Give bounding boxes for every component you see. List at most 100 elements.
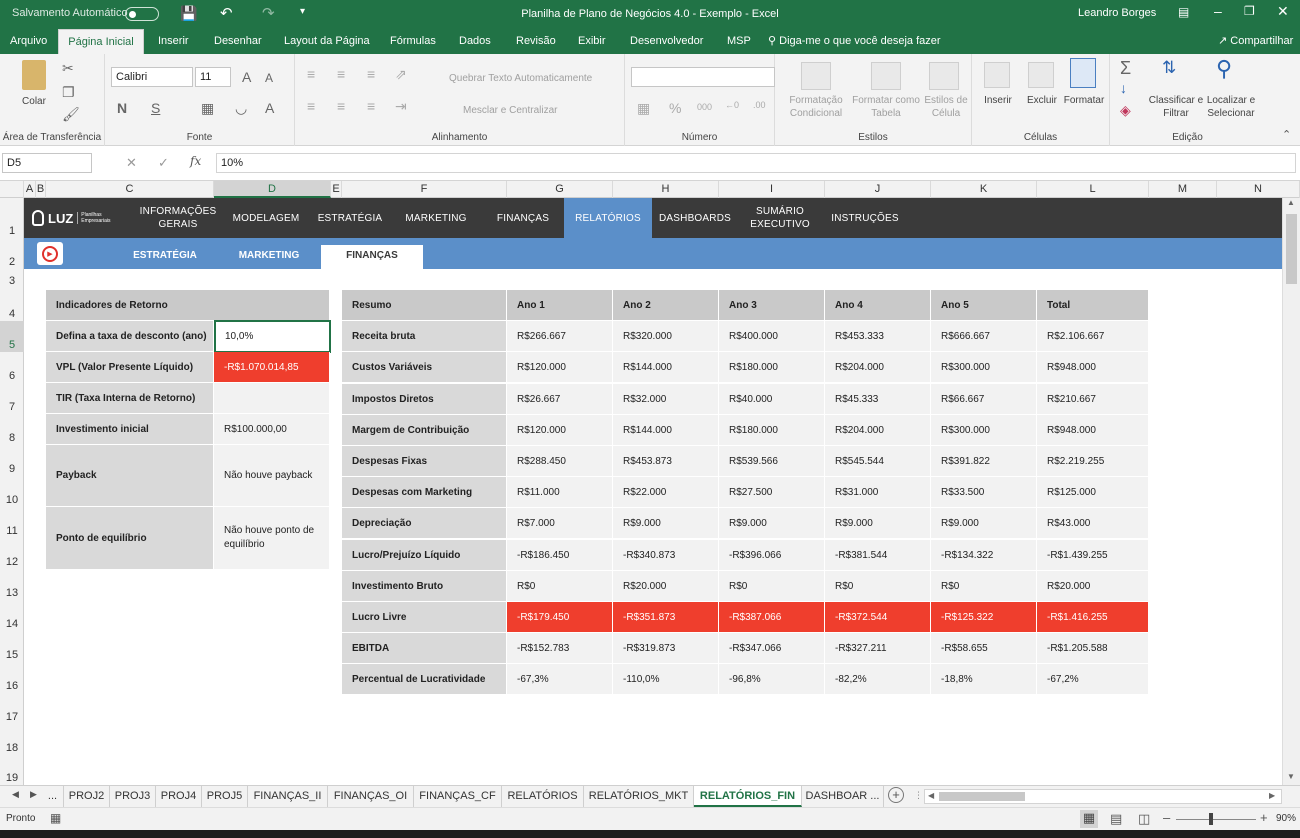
fill-icon[interactable]: ↓	[1120, 80, 1127, 96]
scroll-thumb[interactable]	[1286, 214, 1297, 284]
format-as-table-button[interactable]: Formatar como Tabela	[849, 94, 923, 120]
sheet-tab[interactable]: RELATÓRIOS	[502, 786, 584, 807]
share-button[interactable]: ↗ Compartilhar	[1216, 29, 1295, 54]
summary-cell[interactable]: -R$340.873	[613, 540, 719, 571]
tell-me-search[interactable]: ⚲ Diga-me o que você deseja fazer	[766, 29, 943, 54]
scroll-down-icon[interactable]: ▼	[1287, 772, 1295, 781]
align-left-icon[interactable]: ≡	[307, 98, 315, 114]
column-header[interactable]: J	[825, 181, 931, 198]
row-header[interactable]: 6	[0, 352, 24, 383]
find-select-button[interactable]: Localizar e Selecionar	[1204, 94, 1258, 120]
summary-cell[interactable]: R$453.333	[825, 321, 931, 352]
summary-cell[interactable]: R$43.000	[1037, 508, 1149, 539]
summary-cell[interactable]: R$204.000	[825, 352, 931, 383]
sheet-tab[interactable]: FINANÇAS_CF	[414, 786, 502, 807]
format-painter-icon[interactable]: 🖌	[62, 106, 80, 123]
nav-marketing[interactable]: MARKETING	[390, 198, 482, 238]
paste-icon[interactable]	[22, 60, 46, 90]
summary-cell[interactable]: R$180.000	[719, 415, 825, 446]
sheet-tab[interactable]: PROJ4	[156, 786, 202, 807]
row-header[interactable]: 12	[0, 538, 24, 569]
summary-cell[interactable]: R$300.000	[931, 352, 1037, 383]
summary-cell[interactable]: R$40.000	[719, 384, 825, 415]
summary-cell[interactable]: -96,8%	[719, 664, 825, 695]
summary-cell[interactable]: -R$372.544	[825, 602, 931, 633]
next-sheet-icon[interactable]: ▶	[30, 789, 37, 800]
format-cells-button[interactable]: Formatar	[1062, 94, 1106, 107]
column-header[interactable]: A	[24, 181, 36, 198]
save-icon[interactable]: 💾	[180, 5, 197, 22]
summary-cell[interactable]: R$266.667	[507, 321, 613, 352]
column-header[interactable]: I	[719, 181, 825, 198]
summary-cell[interactable]: -67,2%	[1037, 664, 1149, 695]
collapse-ribbon-icon[interactable]: ⌃	[1282, 128, 1291, 141]
comma-style-icon[interactable]: 000	[697, 102, 712, 112]
summary-cell[interactable]: -R$396.066	[719, 540, 825, 571]
decrease-decimal-icon[interactable]: .00	[753, 100, 766, 110]
autosum-icon[interactable]: Σ	[1120, 58, 1131, 79]
prev-sheet-icon[interactable]: ◀	[12, 789, 19, 800]
summary-cell[interactable]: -R$58.655	[931, 633, 1037, 664]
summary-cell[interactable]: R$0	[507, 571, 613, 602]
summary-cell[interactable]: -67,3%	[507, 664, 613, 695]
summary-cell[interactable]: -18,8%	[931, 664, 1037, 695]
nav-informacoes-gerais[interactable]: INFORMAÇÕES GERAIS	[134, 198, 222, 238]
summary-cell[interactable]: R$391.822	[931, 446, 1037, 477]
nav-relatorios[interactable]: RELATÓRIOS	[564, 198, 652, 238]
summary-cell[interactable]: R$20.000	[613, 571, 719, 602]
summary-cell[interactable]: R$210.667	[1037, 384, 1149, 415]
cancel-entry-icon[interactable]: ✕	[126, 155, 137, 171]
summary-cell[interactable]: R$11.000	[507, 477, 613, 508]
cell-styles-button[interactable]: Estilos de Célula	[921, 94, 971, 120]
font-color-icon[interactable]: A	[265, 100, 274, 116]
summary-cell[interactable]: R$22.000	[613, 477, 719, 508]
increase-font-icon[interactable]: A	[242, 69, 251, 85]
summary-cell[interactable]: R$31.000	[825, 477, 931, 508]
summary-cell[interactable]: R$948.000	[1037, 352, 1149, 383]
tab-formulas[interactable]: Fórmulas	[388, 29, 438, 54]
user-name[interactable]: Leandro Borges	[1078, 7, 1156, 19]
summary-cell[interactable]: R$144.000	[613, 415, 719, 446]
discount-rate-input[interactable]: 10,0%	[214, 320, 331, 353]
align-center-icon[interactable]: ≡	[337, 98, 345, 114]
row-header[interactable]: 17	[0, 693, 24, 724]
summary-cell[interactable]: R$288.450	[507, 446, 613, 477]
zoom-slider-thumb[interactable]	[1209, 813, 1213, 825]
column-header[interactable]: B	[36, 181, 46, 198]
normal-view-icon[interactable]: ▦	[1080, 810, 1098, 828]
column-header[interactable]: C	[46, 181, 214, 198]
select-all-corner[interactable]	[0, 181, 24, 198]
customize-qat-icon[interactable]: ▾	[300, 6, 305, 17]
summary-cell[interactable]: R$0	[825, 571, 931, 602]
row-header[interactable]: 7	[0, 383, 24, 414]
summary-cell[interactable]: -R$1.416.255	[1037, 602, 1149, 633]
merge-center-button[interactable]: Mesclar e Centralizar	[463, 104, 557, 117]
summary-cell[interactable]: R$204.000	[825, 415, 931, 446]
horizontal-scrollbar[interactable]: ◀ ▶	[924, 789, 1282, 804]
confirm-entry-icon[interactable]: ✓	[158, 155, 169, 171]
row-header[interactable]: 19	[0, 755, 24, 785]
scroll-up-icon[interactable]: ▲	[1287, 198, 1295, 207]
nav-sumario-executivo[interactable]: SUMÁRIO EXECUTIVO	[738, 198, 822, 238]
fill-color-icon[interactable]: ◡	[235, 100, 247, 117]
indicator-value[interactable]: -R$1.070.014,85	[214, 352, 330, 383]
tab-dados[interactable]: Dados	[457, 29, 493, 54]
align-right-icon[interactable]: ≡	[367, 98, 375, 114]
align-top-icon[interactable]: ≡	[307, 66, 315, 82]
row-header[interactable]: 10	[0, 476, 24, 507]
minimize-icon[interactable]: –	[1214, 3, 1222, 19]
ribbon-display-icon[interactable]: ▤	[1178, 5, 1189, 19]
name-box[interactable]: D5	[2, 153, 92, 173]
summary-cell[interactable]: -82,2%	[825, 664, 931, 695]
tab-pagina-inicial[interactable]: Página Inicial	[58, 29, 144, 54]
redo-icon[interactable]: ↷	[262, 4, 275, 22]
row-header[interactable]: 13	[0, 569, 24, 600]
column-header[interactable]: N	[1217, 181, 1300, 198]
summary-cell[interactable]: R$948.000	[1037, 415, 1149, 446]
delete-cells-button[interactable]: Excluir	[1020, 94, 1064, 107]
summary-cell[interactable]: -110,0%	[613, 664, 719, 695]
tab-desenvolvedor[interactable]: Desenvolvedor	[628, 29, 705, 54]
column-header-selected[interactable]: D	[214, 181, 331, 198]
vertical-scrollbar[interactable]: ▲ ▼	[1282, 198, 1300, 785]
summary-cell[interactable]: R$26.667	[507, 384, 613, 415]
